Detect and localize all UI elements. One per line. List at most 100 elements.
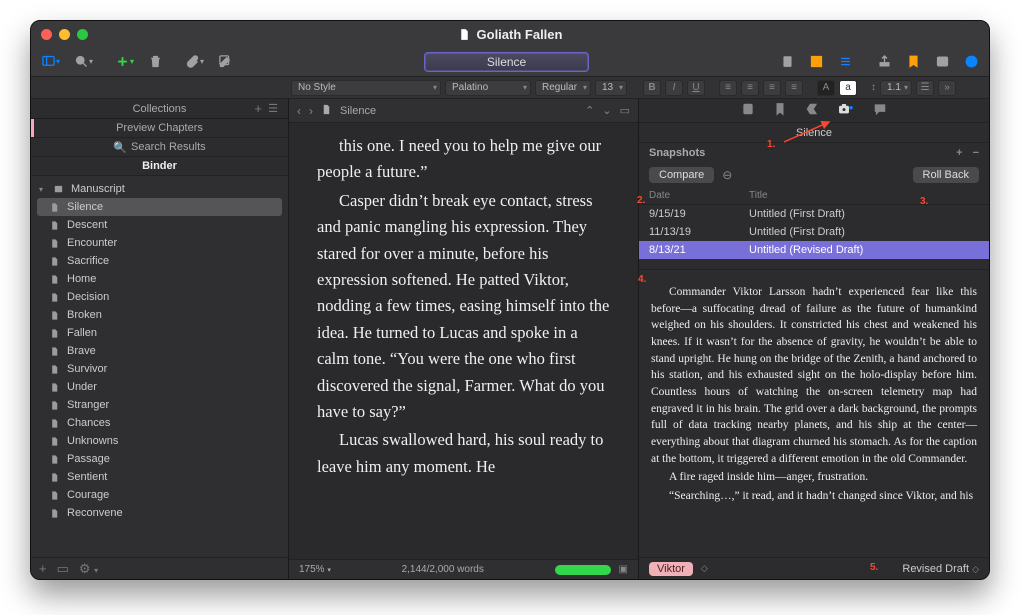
list-button[interactable]: ☰ (916, 80, 934, 96)
document-icon (49, 327, 61, 339)
document-title-pill[interactable]: Silence (424, 52, 589, 72)
image-toggle-icon[interactable] (935, 54, 950, 69)
binder-item[interactable]: Broken (31, 306, 288, 324)
layout-icon[interactable]: ▭ (620, 104, 630, 117)
text-color-button[interactable]: A (817, 80, 835, 96)
compose-icon[interactable]: ▣ (619, 564, 628, 575)
document-icon (49, 507, 61, 519)
split-down-icon[interactable]: ⌄ (602, 104, 611, 117)
linespacing-select[interactable]: 1.1 (880, 80, 912, 96)
nav-forward-icon[interactable]: › (309, 104, 313, 118)
binder-item[interactable]: Survivor (31, 360, 288, 378)
add-snapshot-icon[interactable]: + (956, 147, 962, 159)
binder-item[interactable]: Silence (37, 198, 282, 216)
revision-select[interactable]: Revised Draft ◇ (902, 563, 979, 575)
notes-tab-icon[interactable] (741, 102, 755, 119)
binder-item[interactable]: Sentient (31, 468, 288, 486)
binder-item[interactable]: Courage (31, 486, 288, 504)
binder-item[interactable]: Under (31, 378, 288, 396)
size-select[interactable]: 13 (595, 80, 627, 96)
binder-item-label: Unknowns (67, 435, 118, 447)
bookmarks-tab-icon[interactable] (773, 102, 787, 119)
binder-item[interactable]: Chances (31, 414, 288, 432)
nav-back-icon[interactable]: ‹ (297, 104, 301, 118)
binder-tree[interactable]: ▾ Manuscript Silence DescentEncounter Sacr… (31, 176, 288, 557)
compare-button[interactable]: Compare (649, 167, 714, 183)
font-select[interactable]: Palatino (445, 80, 531, 96)
gear-icon[interactable]: ⚙ ▾ (79, 561, 98, 577)
binder-item[interactable]: Decision (31, 288, 288, 306)
add-folder-icon[interactable]: ▭ (57, 561, 69, 577)
snapshot-row[interactable]: 9/15/19Untitled (First Draft) (639, 205, 989, 223)
align-justify-button[interactable]: ≡ (785, 80, 803, 96)
corkboard-view-icon[interactable] (809, 54, 824, 69)
chevrons-button[interactable]: » (938, 80, 956, 96)
binder-item-label: Reconvene (67, 507, 123, 519)
editor-pane: ‹ › Silence ⌃ ⌄ ▭ this one. I need you t… (289, 99, 639, 579)
outline-view-icon[interactable] (838, 54, 853, 69)
binder-item[interactable]: Stranger (31, 396, 288, 414)
editor-body[interactable]: this one. I need you to help me give our… (289, 123, 638, 559)
search-button[interactable]: ▾ (74, 54, 93, 69)
binder-item[interactable]: Reconvene (31, 504, 288, 522)
binder-tab[interactable]: Binder (31, 157, 288, 176)
document-icon (49, 381, 61, 393)
compare-options-icon[interactable]: ⊖ (722, 168, 732, 182)
snapshot-row[interactable]: 8/13/21Untitled (Revised Draft) (639, 241, 989, 259)
sidebar: Collections + ☰ Preview Chapters 🔍Search… (31, 99, 289, 579)
zoom-level[interactable]: 175% ▾ (299, 564, 331, 575)
binder-item[interactable]: Home (31, 270, 288, 288)
underline-button[interactable]: U (687, 80, 705, 96)
align-center-button[interactable]: ≡ (741, 80, 759, 96)
editor-view-icon[interactable] (780, 54, 795, 69)
binder-root-manuscript[interactable]: ▾ Manuscript (31, 180, 288, 198)
binder-item-label: Silence (67, 201, 103, 213)
delete-snapshot-icon[interactable]: − (973, 147, 979, 159)
snapshot-preview[interactable]: Commander Viktor Larsson hadn’t experien… (639, 269, 989, 557)
snapshots-tab-icon[interactable]: ● (837, 102, 856, 119)
add-doc-icon[interactable]: + (39, 561, 47, 576)
binder-item[interactable]: Unknowns (31, 432, 288, 450)
document-icon (49, 255, 61, 267)
align-left-button[interactable]: ≡ (719, 80, 737, 96)
main-area: Collections + ☰ Preview Chapters 🔍Search… (31, 99, 989, 579)
style-select[interactable]: No Style (291, 80, 441, 96)
add-collection-icon[interactable]: + (254, 101, 262, 116)
close-window[interactable] (41, 29, 52, 40)
target-progress[interactable] (555, 565, 611, 575)
trash-button[interactable] (148, 54, 163, 69)
zoom-window[interactable] (77, 29, 88, 40)
info-button[interactable] (964, 54, 979, 69)
binder-item[interactable]: Encounter (31, 234, 288, 252)
add-button[interactable]: ▾ (115, 54, 134, 69)
preview-chapters-tab[interactable]: Preview Chapters (31, 119, 288, 138)
binder-item[interactable]: Sacrifice (31, 252, 288, 270)
view-mode-button[interactable]: ▾ (41, 54, 60, 69)
compose-button[interactable] (218, 54, 233, 69)
binder-item-label: Sacrifice (67, 255, 109, 267)
pov-pill[interactable]: Viktor (649, 562, 693, 576)
document-icon (49, 417, 61, 429)
metadata-tab-icon[interactable] (805, 102, 819, 119)
share-button[interactable] (877, 54, 892, 69)
binder-item[interactable]: Passage (31, 450, 288, 468)
binder-item-label: Home (67, 273, 96, 285)
bold-button[interactable]: B (643, 80, 661, 96)
bookmark-icon[interactable] (906, 54, 921, 69)
binder-item[interactable]: Descent (31, 216, 288, 234)
document-icon (49, 471, 61, 483)
split-up-icon[interactable]: ⌃ (585, 104, 594, 117)
snapshot-row[interactable]: 11/13/19Untitled (First Draft) (639, 223, 989, 241)
attach-button[interactable]: ▾ (185, 54, 204, 69)
highlight-button[interactable]: a (839, 80, 857, 96)
italic-button[interactable]: I (665, 80, 683, 96)
search-results-tab[interactable]: 🔍Search Results (31, 138, 288, 157)
binder-item[interactable]: Brave (31, 342, 288, 360)
comments-tab-icon[interactable] (873, 102, 887, 119)
binder-item[interactable]: Fallen (31, 324, 288, 342)
collections-menu-icon[interactable]: ☰ (268, 102, 278, 115)
weight-select[interactable]: Regular (535, 80, 591, 96)
align-right-button[interactable]: ≡ (763, 80, 781, 96)
minimize-window[interactable] (59, 29, 70, 40)
rollback-button[interactable]: Roll Back (913, 167, 979, 183)
